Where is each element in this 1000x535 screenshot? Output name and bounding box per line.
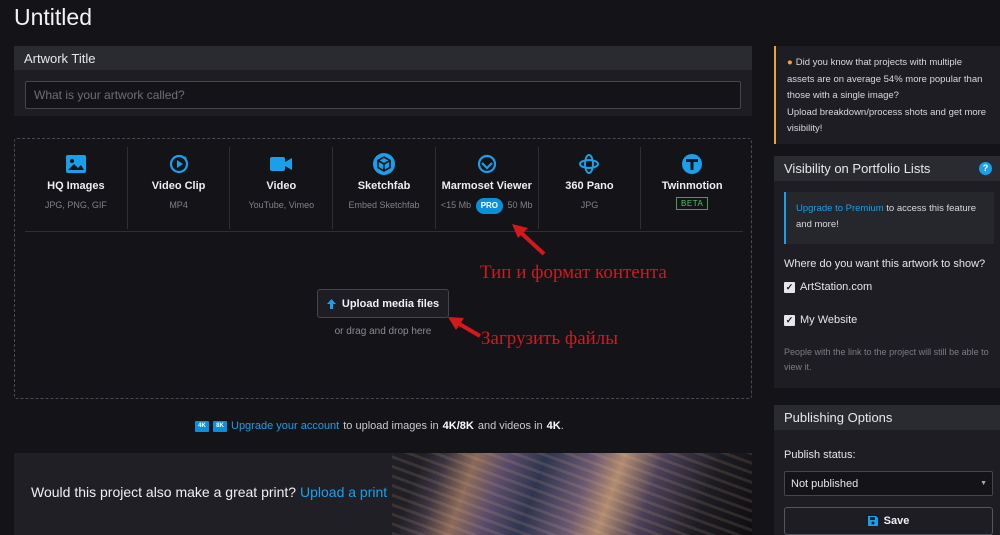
publishing-panel: Publishing Options Publish status: Not p… [774, 405, 1000, 535]
tip-box: ● Did you know that projects with multipl… [774, 46, 1000, 144]
option-label: ArtStation.com [800, 281, 873, 293]
option-my-website[interactable]: ✓ My Website [784, 314, 857, 326]
print-prompt: Would this project also make a great pri… [31, 484, 387, 500]
annotation-arrow-upload [448, 317, 482, 338]
media-type-marmoset-viewer[interactable]: Marmoset Viewer <15 Mb PRO 50 Mb [436, 147, 539, 229]
visibility-panel: Visibility on Portfolio Lists ? Upgrade … [774, 156, 1000, 388]
print-question: Would this project also make a great pri… [31, 484, 297, 500]
media-type-formats: Embed Sketchfab [348, 200, 420, 210]
media-type-list: HQ Images JPG, PNG, GIF Video Clip MP4 V… [25, 147, 743, 229]
media-type-hq-images[interactable]: HQ Images JPG, PNG, GIF [25, 147, 128, 229]
publish-status-select[interactable]: Not published ▼ [784, 471, 993, 496]
artwork-title-input[interactable] [25, 81, 741, 109]
media-type-video[interactable]: Video YouTube, Vimeo [230, 147, 334, 229]
upgrade-res-2: 4K [546, 420, 561, 432]
media-type-video-clip[interactable]: Video Clip MP4 [128, 147, 231, 229]
visibility-note: People with the link to the project will… [784, 347, 989, 372]
save-label: Save [883, 515, 910, 527]
print-banner-image [392, 453, 752, 535]
pano-360-icon [579, 154, 600, 174]
checkbox-checked-icon[interactable]: ✓ [784, 281, 795, 293]
upgrade-notice: 4K 8K Upgrade your account to upload ima… [195, 420, 564, 432]
upgrade-account-link[interactable]: Upgrade your account [231, 420, 339, 432]
upload-media-label: Upload media files [341, 297, 440, 310]
media-type-360-pano[interactable]: 360 Pano JPG [539, 147, 642, 229]
beta-badge: BETA [676, 197, 709, 210]
option-artstation[interactable]: ✓ ArtStation.com [784, 281, 872, 293]
upgrade-text-2: and videos in [477, 420, 543, 432]
media-type-name: Video Clip [151, 180, 206, 192]
media-type-formats: JPG [580, 200, 599, 210]
annotation-upload-files: Загрузить файлы [481, 328, 619, 349]
lightbulb-icon: ● [787, 57, 793, 68]
media-type-name: Video [266, 180, 297, 192]
publish-status-label: Publish status: [784, 449, 856, 461]
upgrade-premium-link[interactable]: Upgrade to Premium [796, 203, 884, 214]
artwork-title-panel: Artwork Title [14, 46, 752, 116]
sketchfab-icon [373, 153, 396, 175]
annotation-arrow-types [512, 224, 546, 256]
print-banner: Would this project also make a great pri… [14, 453, 752, 535]
divider [25, 231, 743, 232]
help-icon[interactable]: ? [979, 162, 992, 175]
media-type-name: HQ Images [47, 180, 105, 192]
artwork-title-header: Artwork Title [14, 46, 752, 70]
upload-print-link[interactable]: Upload a print [300, 484, 387, 500]
marmoset-size-max: 50 Mb [507, 200, 533, 210]
media-type-name: Marmoset Viewer [441, 180, 532, 192]
media-type-twinmotion[interactable]: Twinmotion BETA [641, 147, 743, 229]
media-type-formats: YouTube, Vimeo [248, 200, 315, 210]
save-button[interactable]: Save [784, 507, 993, 535]
marmoset-icon [477, 154, 496, 174]
arrow-up-icon [326, 298, 336, 309]
badge-8k: 8K [213, 420, 227, 432]
upload-media-button[interactable]: Upload media files [317, 289, 449, 318]
media-type-name: Twinmotion [661, 180, 723, 192]
video-clip-icon [169, 154, 188, 174]
badge-4k: 4K [195, 420, 209, 432]
save-disk-icon [867, 516, 878, 526]
upgrade-end: . [560, 420, 564, 432]
media-type-formats: <15 Mb PRO 50 Mb [436, 198, 538, 214]
media-type-name: Sketchfab [357, 180, 411, 192]
media-type-formats: JPG, PNG, GIF [44, 200, 107, 210]
annotation-content-type: Тип и формат контента [480, 262, 667, 283]
upgrade-res: 4K/8K [442, 420, 474, 432]
visibility-header: Visibility on Portfolio Lists ? [774, 156, 1000, 181]
caret-down-icon: ▼ [980, 480, 987, 487]
drag-drop-hint: or drag and drop here [334, 326, 432, 337]
premium-notice: Upgrade to Premium to access this featur… [784, 192, 994, 244]
twinmotion-icon [682, 154, 703, 174]
tip-text: Did you know that projects with multiple… [787, 57, 983, 101]
media-type-name: 360 Pano [565, 180, 614, 192]
option-label: My Website [800, 314, 858, 326]
media-type-formats: MP4 [169, 200, 188, 210]
tip-text-2: Upload breakdown/process shots and get m… [787, 106, 987, 135]
pro-badge: PRO [475, 198, 504, 214]
media-type-sketchfab[interactable]: Sketchfab Embed Sketchfab [333, 147, 436, 229]
visibility-title: Visibility on Portfolio Lists [784, 161, 931, 176]
publish-status-value: Not published [791, 478, 859, 490]
image-icon [65, 155, 86, 173]
video-camera-icon [270, 157, 293, 171]
upgrade-text: to upload images in [343, 420, 439, 432]
marmoset-size-min: <15 Mb [440, 200, 472, 210]
publishing-header: Publishing Options [774, 405, 1000, 430]
page-title: Untitled [14, 4, 92, 30]
checkbox-checked-icon[interactable]: ✓ [784, 314, 795, 326]
visibility-question: Where do you want this artwork to show? [784, 258, 986, 270]
